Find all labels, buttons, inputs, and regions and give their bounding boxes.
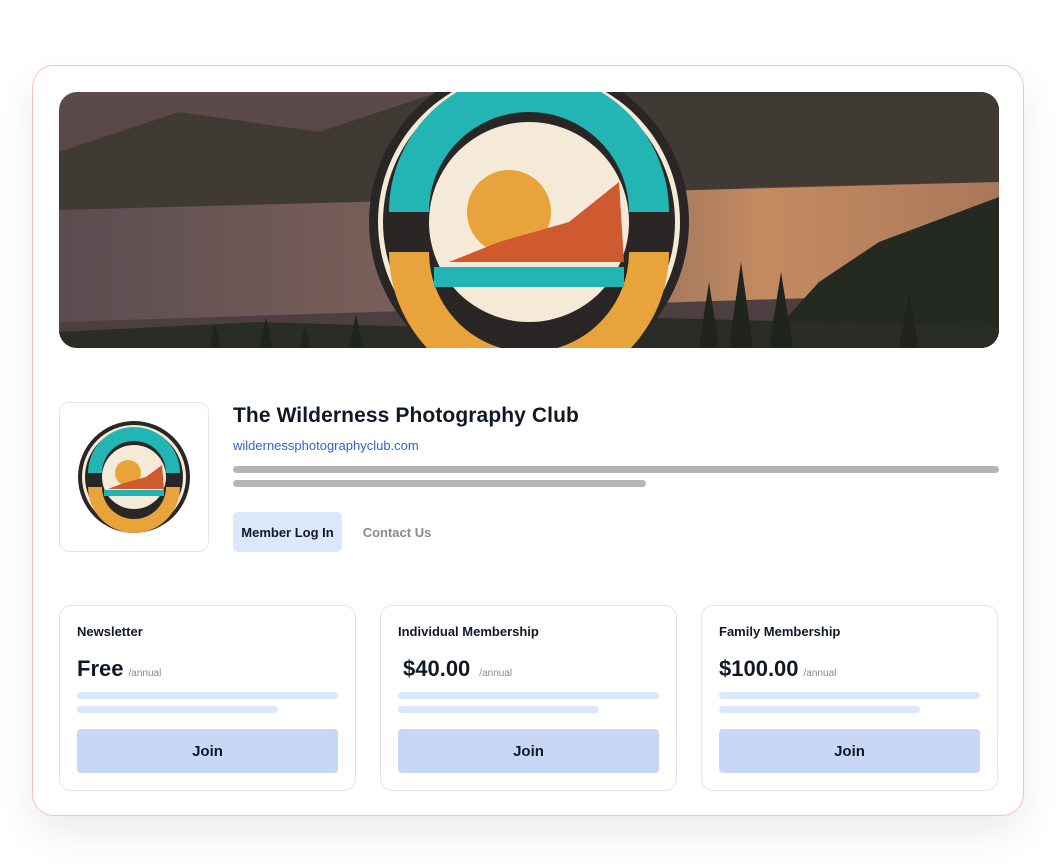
club-website-link[interactable]: wildernessphotographyclub.com [233, 438, 419, 453]
plan-title: Individual Membership [398, 624, 539, 639]
plan-description-line [398, 692, 659, 699]
plan-period: /annual [803, 668, 837, 679]
join-button[interactable]: Join [719, 729, 980, 773]
club-name: The Wilderness Photography Club [233, 404, 579, 427]
plan-period: /annual [479, 668, 513, 679]
plan-price: Free [77, 656, 124, 681]
description-placeholder-line [233, 466, 999, 473]
join-button[interactable]: Join [398, 729, 659, 773]
banner-image [59, 92, 999, 348]
plan-price-row: $40.00 /annual [403, 656, 512, 682]
contact-us-button[interactable]: Contact Us [351, 512, 443, 552]
description-placeholder-line [233, 480, 646, 487]
plan-price-row: Free /annual [77, 656, 161, 682]
plan-card-family: Family Membership $100.00 /annual Join [701, 605, 998, 791]
plan-price: $40.00 [403, 656, 471, 681]
plan-description-line [719, 692, 980, 699]
plan-description-line [77, 692, 338, 699]
plan-period: /annual [128, 668, 162, 679]
join-button[interactable]: Join [77, 729, 338, 773]
plan-description-line [719, 706, 920, 713]
club-badge-large [369, 92, 689, 348]
member-login-button[interactable]: Member Log In [233, 512, 342, 552]
plan-price-row: $100.00 /annual [719, 656, 836, 682]
plan-description-line [398, 706, 599, 713]
plan-card-individual: Individual Membership $40.00 /annual Joi… [380, 605, 677, 791]
plan-card-newsletter: Newsletter Free /annual Join [59, 605, 356, 791]
plan-title: Family Membership [719, 624, 841, 639]
plan-description-line [77, 706, 278, 713]
cover-banner [59, 92, 999, 348]
club-logo [78, 421, 190, 533]
plan-price: $100.00 [719, 656, 799, 681]
club-profile-card: The Wilderness Photography Club wilderne… [32, 65, 1024, 816]
club-logo-box [59, 402, 209, 552]
plan-title: Newsletter [77, 624, 143, 639]
